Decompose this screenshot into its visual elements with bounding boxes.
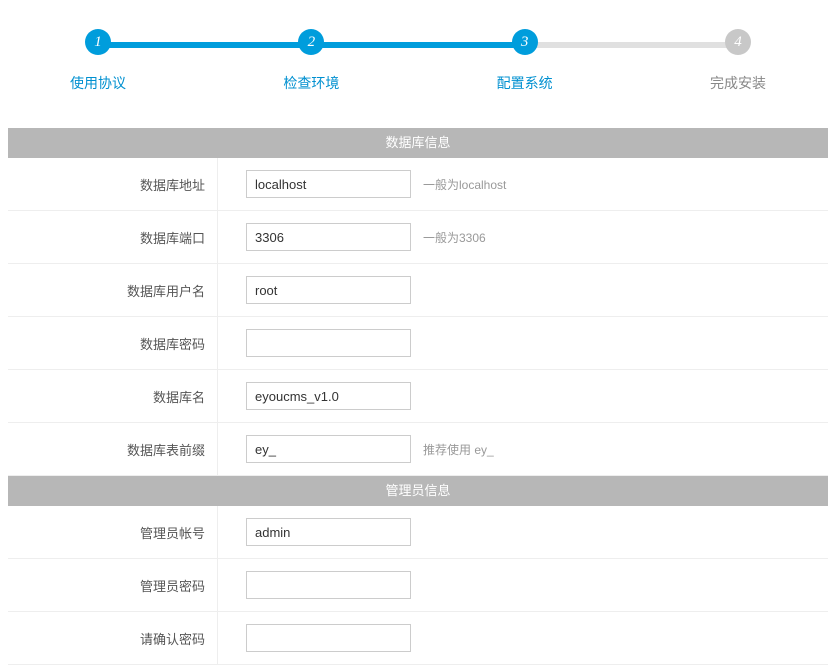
input-db-port[interactable] <box>246 223 411 251</box>
input-db-user[interactable] <box>246 276 411 304</box>
row-db-name: 数据库名 <box>8 370 828 423</box>
install-stepper: 1 使用协议 2 检查环境 3 配置系统 4 完成安装 <box>8 10 828 113</box>
label-db-pass: 数据库密码 <box>8 317 218 369</box>
row-db-host: 数据库地址 一般为localhost <box>8 158 828 211</box>
row-admin-confirm: 请确认密码 <box>8 612 828 665</box>
step-1: 1 使用协议 <box>58 20 138 93</box>
row-db-port: 数据库端口 一般为3306 <box>8 211 828 264</box>
row-admin-account: 管理员帐号 <box>8 506 828 559</box>
hint-db-prefix: 推荐使用 ey_ <box>423 441 494 458</box>
step-label: 完成安装 <box>710 73 766 93</box>
step-label: 检查环境 <box>283 73 339 93</box>
step-circle: 3 <box>512 29 538 55</box>
label-db-port: 数据库端口 <box>8 211 218 263</box>
step-circle: 2 <box>298 29 324 55</box>
step-3: 3 配置系统 <box>485 20 565 93</box>
input-db-name[interactable] <box>246 382 411 410</box>
step-circle: 4 <box>725 29 751 55</box>
label-admin-account: 管理员帐号 <box>8 506 218 558</box>
input-db-pass[interactable] <box>246 329 411 357</box>
label-db-name: 数据库名 <box>8 370 218 422</box>
input-admin-account[interactable] <box>246 518 411 546</box>
input-admin-confirm[interactable] <box>246 624 411 652</box>
input-admin-password[interactable] <box>246 571 411 599</box>
hint-db-host: 一般为localhost <box>423 176 506 193</box>
label-db-user: 数据库用户名 <box>8 264 218 316</box>
step-2: 2 检查环境 <box>271 20 351 93</box>
label-admin-confirm: 请确认密码 <box>8 612 218 664</box>
label-db-host: 数据库地址 <box>8 158 218 210</box>
label-admin-password: 管理员密码 <box>8 559 218 611</box>
hint-db-port: 一般为3306 <box>423 229 486 246</box>
input-db-prefix[interactable] <box>246 435 411 463</box>
step-4: 4 完成安装 <box>698 20 778 93</box>
section-header-db: 数据库信息 <box>8 128 828 158</box>
row-db-pass: 数据库密码 <box>8 317 828 370</box>
row-admin-password: 管理员密码 <box>8 559 828 612</box>
row-db-prefix: 数据库表前缀 推荐使用 ey_ <box>8 423 828 476</box>
input-db-host[interactable] <box>246 170 411 198</box>
step-label: 使用协议 <box>70 73 126 93</box>
step-label: 配置系统 <box>497 73 553 93</box>
row-db-user: 数据库用户名 <box>8 264 828 317</box>
label-db-prefix: 数据库表前缀 <box>8 423 218 475</box>
step-circle: 1 <box>85 29 111 55</box>
section-header-admin: 管理员信息 <box>8 476 828 506</box>
